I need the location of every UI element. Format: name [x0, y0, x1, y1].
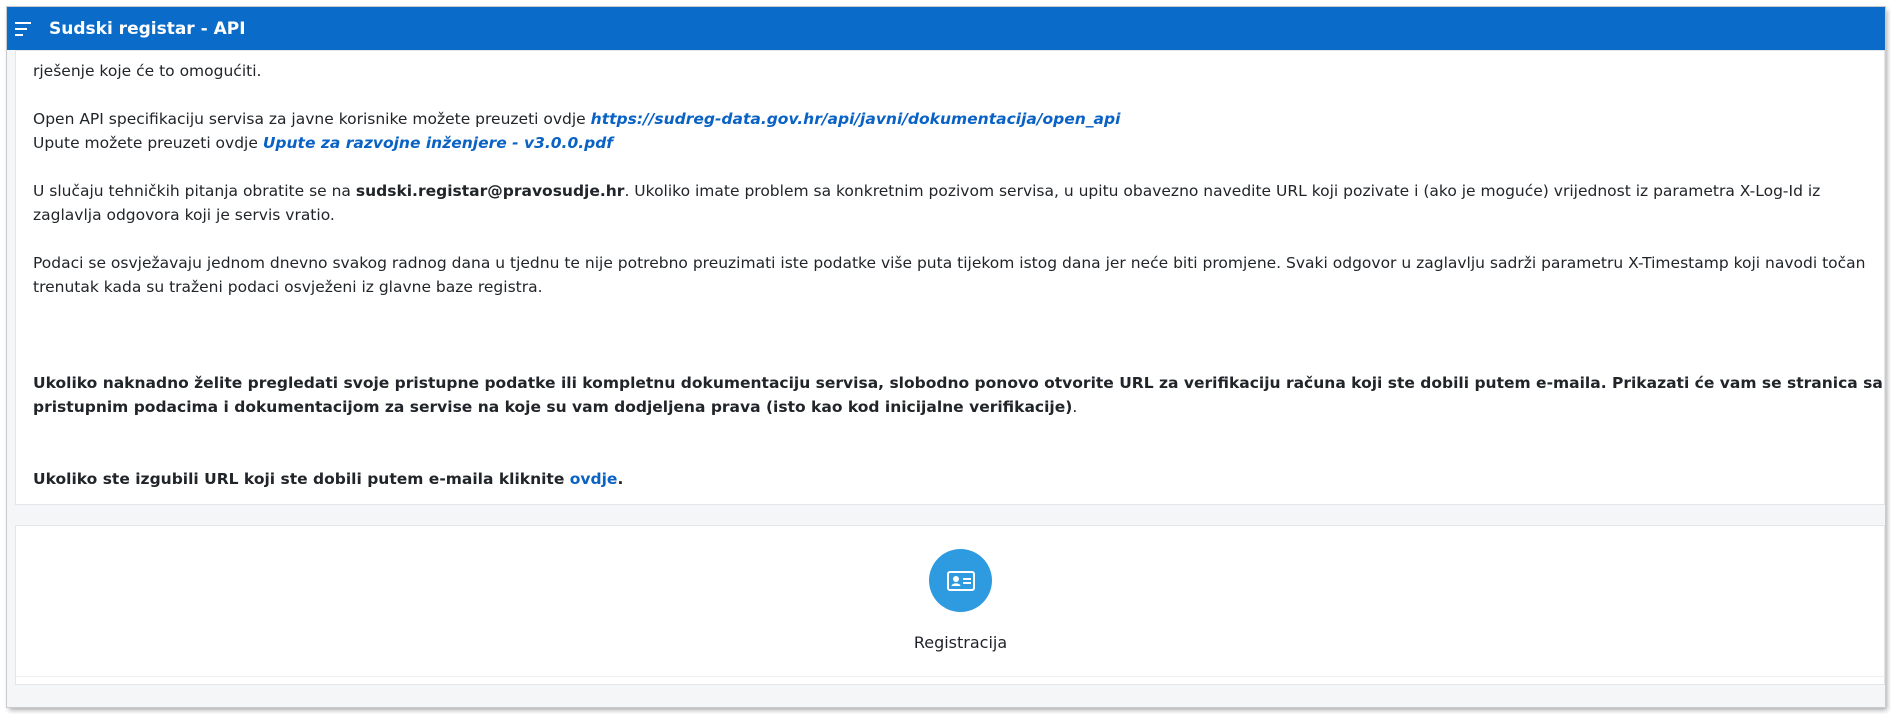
refresh-text: Podaci se osvježavaju jednom dnevno svak… — [33, 254, 1866, 296]
id-card-icon — [946, 570, 975, 591]
refresh-paragraph: Podaci se osvježavaju jednom dnevno svak… — [33, 251, 1883, 299]
tech-paragraph: U slučaju tehničkih pitanja obratite se … — [33, 179, 1883, 227]
divider — [16, 676, 1885, 677]
app-title: Sudski registar - API — [49, 18, 246, 39]
review-end: . — [1072, 398, 1078, 416]
docs-paragraph: Open API specifikaciju servisa za javne … — [33, 107, 1883, 155]
registration-icon-circle — [929, 549, 992, 612]
menu-icon[interactable] — [15, 21, 33, 36]
review-paragraph: Ukoliko naknadno želite pregledati svoje… — [33, 371, 1883, 419]
upute-text: Upute možete preuzeti ovdje — [33, 134, 263, 152]
lost-link[interactable]: ovdje — [570, 470, 618, 488]
info-content: rješenje koje će to omogućiti. Open API … — [16, 51, 1883, 491]
registration-card: Registracija — [15, 525, 1885, 685]
top-bar: Sudski registar - API — [7, 7, 1885, 50]
openapi-text: Open API specifikaciju servisa za javne … — [33, 110, 591, 128]
lost-text: Ukoliko ste izgubili URL koji ste dobili… — [33, 470, 570, 488]
info-card: rješenje koje će to omogućiti. Open API … — [15, 50, 1885, 505]
registration-label: Registracija — [913, 633, 1008, 652]
review-text: Ukoliko naknadno želite pregledati svoje… — [33, 374, 1883, 416]
lost-paragraph: Ukoliko ste izgubili URL koji ste dobili… — [33, 467, 1883, 491]
registration-tile[interactable]: Registracija — [16, 526, 1885, 676]
openapi-link[interactable]: https://sudreg-data.gov.hr/api/javni/dok… — [591, 110, 1121, 128]
lost-suffix: . — [617, 470, 624, 488]
tech-prefix: U slučaju tehničkih pitanja obratite se … — [33, 182, 356, 200]
intro-tail-text: rješenje koje će to omogućiti. — [33, 62, 262, 80]
intro-tail: rješenje koje će to omogućiti. — [33, 59, 1883, 83]
support-email: sudski.registar@pravosudje.hr — [355, 182, 625, 200]
app-window: Sudski registar - API rješenje koje će t… — [7, 7, 1885, 707]
upute-link[interactable]: Upute za razvojne inženjere - v3.0.0.pdf — [263, 134, 613, 152]
